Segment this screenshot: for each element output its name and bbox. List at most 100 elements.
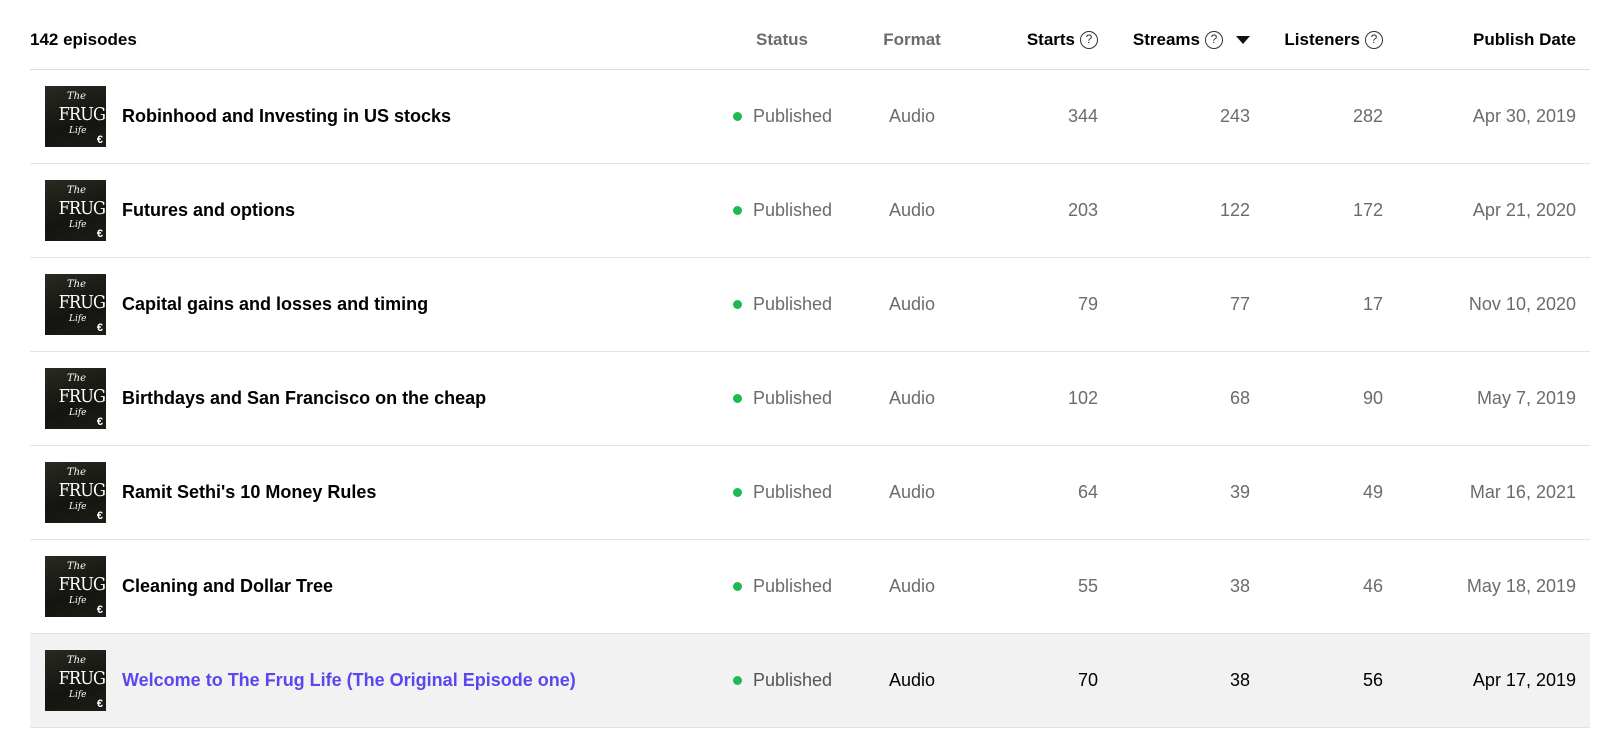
starts-cell: 79 (1077, 294, 1098, 314)
episode-artwork: The FRUG Life € (45, 180, 106, 241)
artwork-text: Life (69, 596, 87, 606)
artwork-text: The (67, 467, 87, 478)
streams-cell: 38 (1229, 670, 1250, 690)
streams-help-icon[interactable]: ? (1205, 31, 1223, 49)
artwork-text: The (67, 655, 87, 666)
publish-date-cell: Mar 16, 2021 (1469, 482, 1576, 502)
streams-cell: 38 (1229, 576, 1250, 596)
artwork-text: The (67, 279, 87, 290)
episode-count: 142 episodes (30, 30, 137, 49)
publish-date-cell: May 7, 2019 (1476, 388, 1576, 408)
episode-title-link[interactable]: Capital gains and losses and timing (122, 294, 428, 315)
streams-cell: 77 (1229, 294, 1250, 314)
starts-cell: 55 (1077, 576, 1098, 596)
published-status-dot-icon (733, 300, 742, 309)
artwork-text: FRUG (58, 480, 106, 501)
status-label: Published (753, 106, 833, 126)
episode-artwork: The FRUG Life € (45, 86, 106, 147)
episode-artwork: The FRUG Life € (45, 274, 106, 335)
listeners-cell: 17 (1362, 294, 1383, 314)
status-label: Published (753, 294, 833, 314)
column-header-listeners[interactable]: Listeners ? (1284, 30, 1383, 50)
publish-date-cell: Apr 17, 2019 (1472, 670, 1576, 690)
starts-cell: 70 (1077, 670, 1098, 690)
artwork-text: FRUG (58, 574, 106, 595)
artwork-text: The (67, 561, 87, 572)
starts-cell: 102 (1067, 388, 1098, 408)
artwork-text: Life (69, 126, 87, 136)
table-row[interactable]: The FRUG Life € Robinhood and Investing in U… (30, 70, 1590, 164)
published-status-dot-icon (733, 676, 742, 685)
artwork-text: FRUG (58, 198, 106, 219)
artwork-symbol: € (96, 322, 103, 334)
artwork-text: Life (69, 408, 87, 418)
table-body: The FRUG Life € Robinhood and Investing in U… (30, 70, 1590, 728)
column-header-starts[interactable]: Starts ? (1027, 30, 1098, 50)
listeners-cell: 56 (1362, 670, 1383, 690)
artwork-text: The (67, 91, 87, 102)
episodes-table: 142 episodes Status Format Starts ? Stre… (30, 0, 1590, 728)
episode-title-link[interactable]: Ramit Sethi's 10 Money Rules (122, 482, 376, 503)
table-header: 142 episodes Status Format Starts ? Stre… (30, 0, 1590, 70)
episode-title-link[interactable]: Cleaning and Dollar Tree (122, 576, 333, 597)
table-row[interactable]: The FRUG Life € Ramit Sethi's 10 Money Rules… (30, 446, 1590, 540)
listeners-cell: 172 (1352, 200, 1383, 220)
artwork-text: The (67, 373, 87, 384)
published-status-dot-icon (733, 582, 742, 591)
status-label: Published (753, 482, 833, 502)
starts-cell: 344 (1067, 106, 1098, 126)
artwork-symbol: € (96, 510, 103, 522)
status-badge: Published (733, 670, 832, 691)
publish-date-cell: Apr 30, 2019 (1472, 106, 1576, 126)
table-row[interactable]: The FRUG Life € Cleaning and Dollar Tree Publ… (30, 540, 1590, 634)
episode-artwork: The FRUG Life € (45, 556, 106, 617)
artwork-symbol: € (96, 604, 103, 616)
column-header-publish-date[interactable]: Publish Date (1473, 30, 1576, 50)
episode-artwork: The FRUG Life € (45, 368, 106, 429)
status-badge: Published (733, 294, 832, 315)
artwork-symbol: € (96, 698, 103, 710)
published-status-dot-icon (733, 394, 742, 403)
artwork-text: Life (69, 314, 87, 324)
episode-title-link[interactable]: Futures and options (122, 200, 295, 221)
episode-title-link[interactable]: Birthdays and San Francisco on the cheap (122, 388, 486, 409)
status-badge: Published (733, 106, 832, 127)
published-status-dot-icon (733, 112, 742, 121)
status-label: Published (753, 200, 833, 220)
status-badge: Published (733, 482, 832, 503)
starts-cell: 64 (1077, 482, 1098, 502)
sort-descending-icon[interactable] (1236, 36, 1250, 44)
format-cell: Audio (888, 576, 936, 596)
column-header-streams[interactable]: Streams ? (1133, 30, 1250, 50)
artwork-text: FRUG (58, 668, 106, 689)
artwork-symbol: € (96, 416, 103, 428)
episode-artwork: The FRUG Life € (45, 462, 106, 523)
column-header-listeners-label: Listeners (1284, 30, 1360, 49)
artwork-text: Life (69, 220, 87, 230)
artwork-text: The (67, 185, 87, 196)
publish-date-cell: May 18, 2019 (1466, 576, 1576, 596)
streams-cell: 39 (1229, 482, 1250, 502)
format-cell: Audio (888, 294, 936, 314)
artwork-text: FRUG (58, 386, 106, 407)
artwork-symbol: € (96, 228, 103, 240)
format-cell: Audio (888, 388, 936, 408)
listeners-cell: 46 (1362, 576, 1383, 596)
starts-cell: 203 (1067, 200, 1098, 220)
streams-cell: 122 (1219, 200, 1250, 220)
listeners-help-icon[interactable]: ? (1365, 31, 1383, 49)
publish-date-cell: Apr 21, 2020 (1472, 200, 1576, 220)
artwork-text: FRUG (58, 292, 106, 313)
episode-title-link[interactable]: Welcome to The Frug Life (The Original E… (122, 670, 576, 691)
table-row[interactable]: The FRUG Life € Welcome to The Frug Life (Th… (30, 634, 1590, 728)
episode-artwork: The FRUG Life € (45, 650, 106, 711)
table-row[interactable]: The FRUG Life € Capital gains and losses and… (30, 258, 1590, 352)
artwork-text: Life (69, 690, 87, 700)
table-row[interactable]: The FRUG Life € Birthdays and San Francisco … (30, 352, 1590, 446)
format-cell: Audio (888, 106, 936, 126)
streams-cell: 243 (1219, 106, 1250, 126)
table-row[interactable]: The FRUG Life € Futures and options Published… (30, 164, 1590, 258)
streams-cell: 68 (1229, 388, 1250, 408)
episode-title-link[interactable]: Robinhood and Investing in US stocks (122, 106, 451, 127)
starts-help-icon[interactable]: ? (1080, 31, 1098, 49)
